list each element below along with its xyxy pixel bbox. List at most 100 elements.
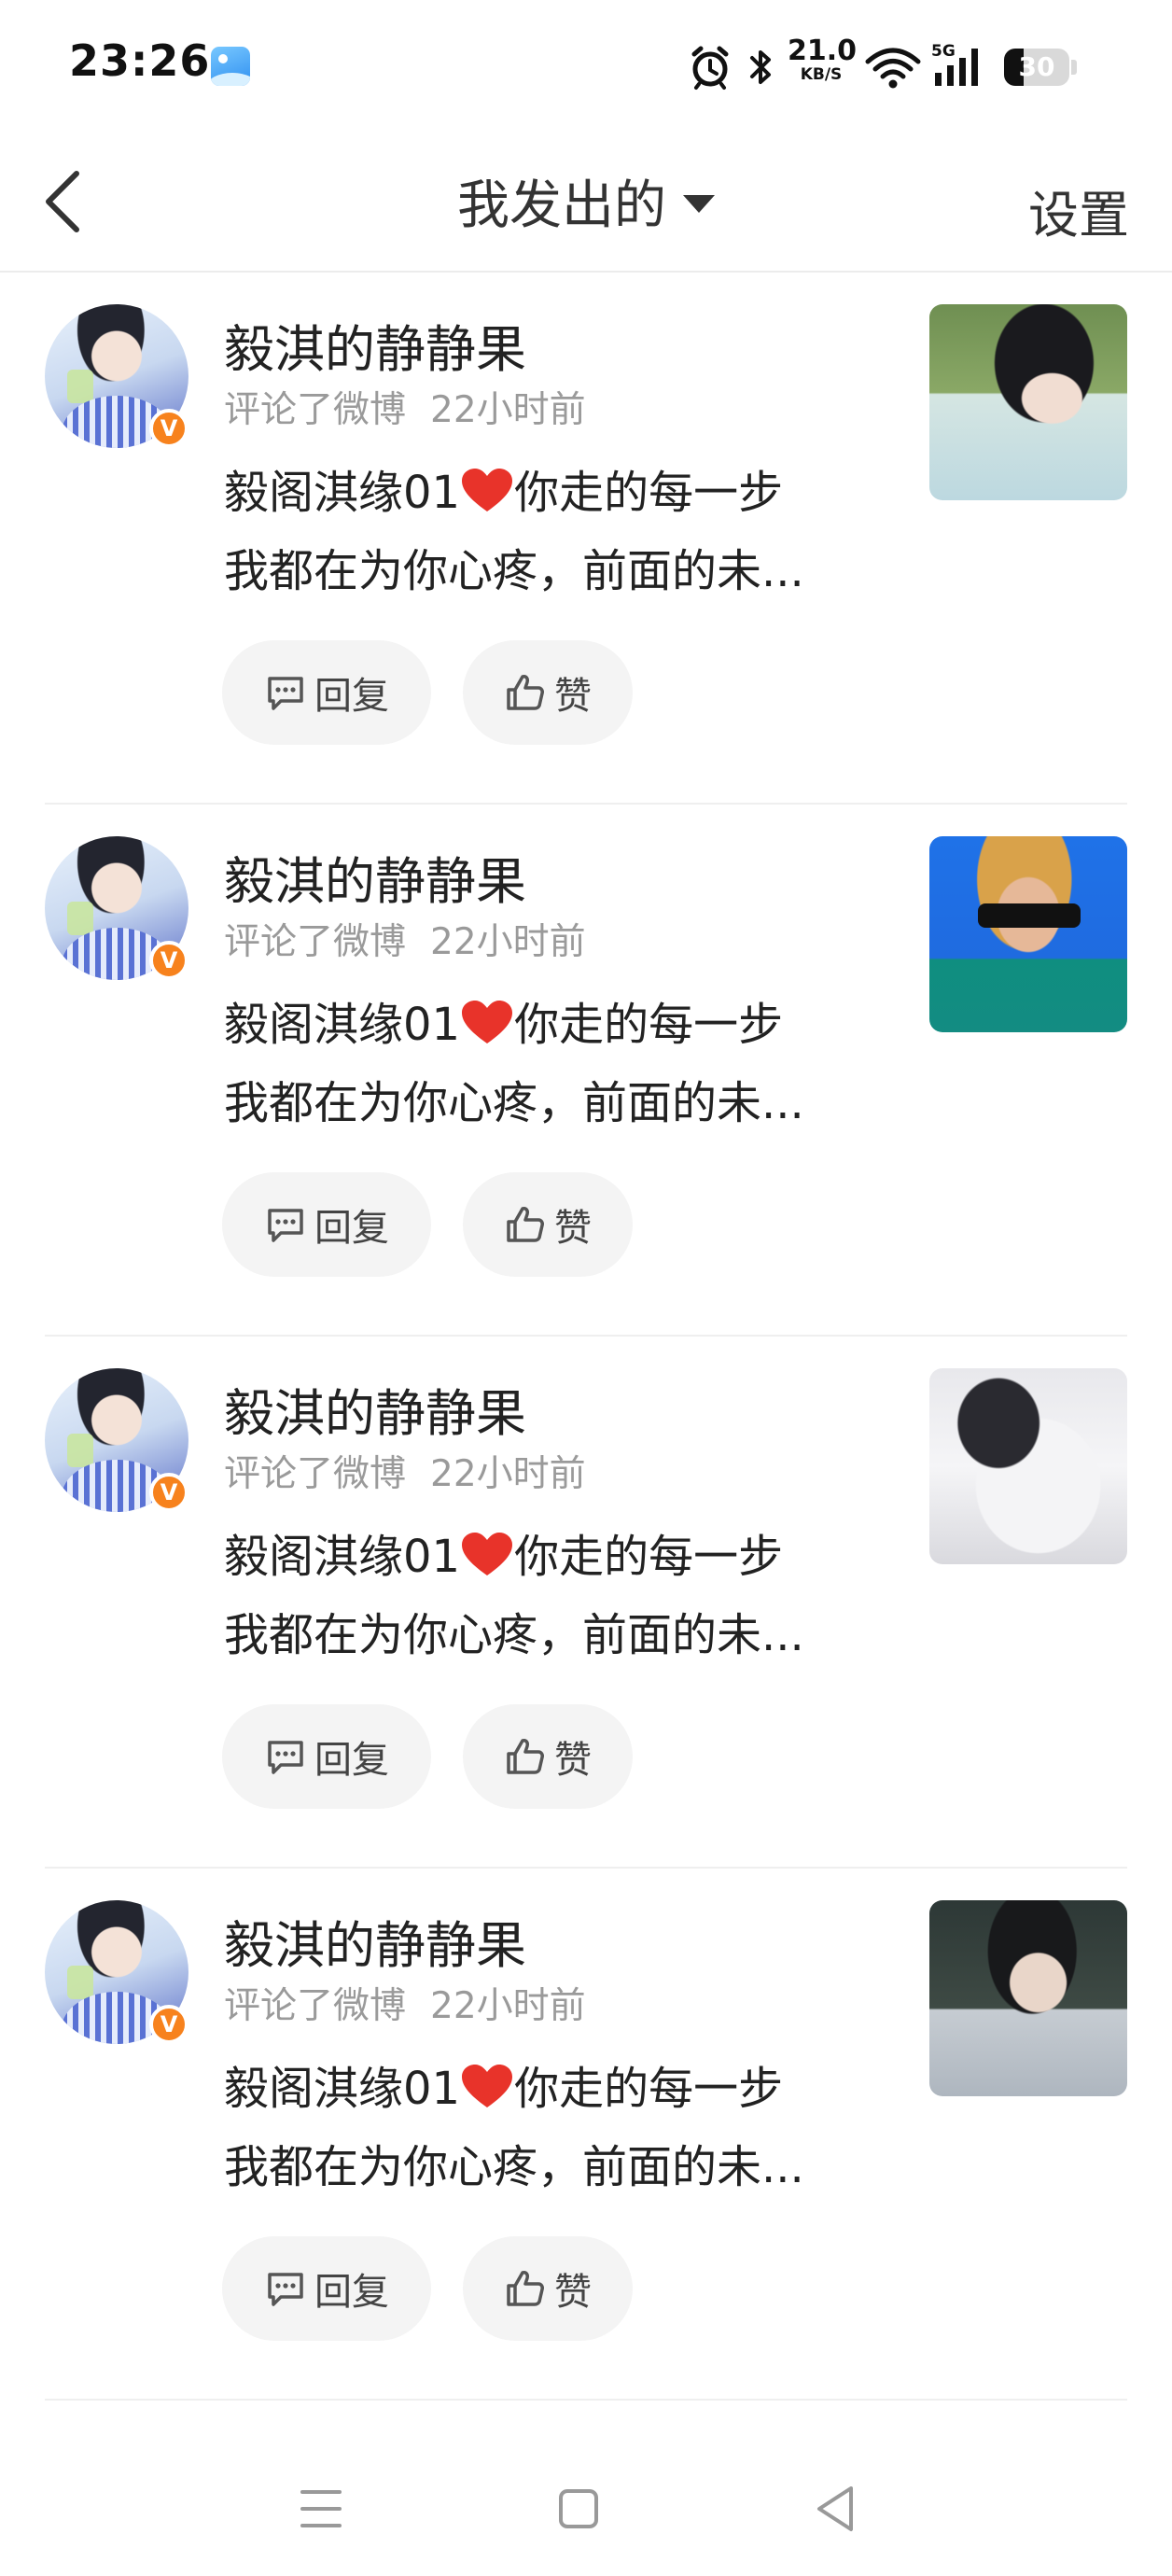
reply-label: 回复: [314, 1207, 389, 1250]
screen: 23:26 21.0 KB/S 5G 30 我发出的 设置 V 毅淇的静静果 评…: [0, 0, 1172, 2576]
feed-item[interactable]: V 毅淇的静静果 评论了微博 22小时前 毅阁淇缘01 你走的每一步 我都在为你心疼…: [0, 805, 1172, 1337]
reply-label: 回复: [314, 675, 389, 718]
post-thumbnail[interactable]: [929, 1368, 1127, 1564]
username[interactable]: 毅淇的静静果: [224, 308, 526, 382]
avatar[interactable]: V: [45, 1900, 188, 2044]
comment-part: 毅阁淇缘01: [224, 999, 461, 1051]
item-meta: 评论了微博 22小时前: [224, 1445, 586, 1497]
comment-text[interactable]: 毅阁淇缘01 你走的每一步 我都在为你心疼，前面的未...: [224, 2050, 858, 2206]
vip-badge: V: [149, 409, 188, 448]
dropdown-caret-icon: [683, 194, 715, 213]
bluetooth-icon: [746, 37, 774, 97]
username[interactable]: 毅淇的静静果: [224, 840, 526, 914]
thumbs-up-icon: [507, 2271, 544, 2306]
system-navigation-bar: [0, 2445, 1172, 2576]
action-text: 评论了微博: [224, 1985, 407, 2027]
avatar[interactable]: V: [45, 304, 188, 448]
comment-line: 我都在为你心疼，前面的未...: [224, 545, 804, 597]
thumbs-up-icon: [507, 1739, 544, 1774]
system-back-icon[interactable]: [799, 2471, 873, 2546]
status-time: 23:26: [69, 35, 211, 86]
reply-button[interactable]: 回复: [222, 1704, 431, 1809]
thumbs-up-icon: [507, 1207, 544, 1242]
settings-link[interactable]: 设置: [1028, 174, 1129, 247]
reply-button[interactable]: 回复: [222, 640, 431, 745]
reply-label: 回复: [314, 2271, 389, 2314]
back-arrow-icon: [46, 171, 79, 232]
comment-text[interactable]: 毅阁淇缘01 你走的每一步 我都在为你心疼，前面的未...: [224, 454, 858, 610]
thumbs-up-icon: [507, 675, 544, 710]
action-text: 评论了微博: [224, 389, 407, 431]
item-meta: 评论了微博 22小时前: [224, 381, 586, 433]
reply-icon: [268, 1741, 303, 1774]
comment-line: 我都在为你心疼，前面的未...: [224, 2141, 804, 2193]
comment-line: 我都在为你心疼，前面的未...: [224, 1609, 804, 1661]
battery-level: 30: [1018, 51, 1055, 82]
reply-icon: [268, 1209, 303, 1242]
comment-part: 毅阁淇缘01: [224, 1531, 461, 1583]
heart-emoji-icon: [462, 2065, 513, 2107]
username[interactable]: 毅淇的静静果: [224, 1904, 526, 1978]
post-thumbnail[interactable]: [929, 836, 1127, 1032]
alarm-icon: [689, 37, 732, 97]
page-title: 我发出的: [457, 175, 666, 236]
reply-icon: [268, 2273, 303, 2306]
comment-part: 你走的每一步: [514, 1531, 784, 1583]
reply-icon: [268, 677, 303, 710]
battery-icon: 30: [1004, 37, 1079, 97]
like-button[interactable]: 赞: [463, 1172, 633, 1277]
timestamp: 22小时前: [430, 1453, 586, 1495]
back-button[interactable]: [37, 164, 97, 239]
reply-label: 回复: [314, 1739, 389, 1782]
signal-label: 5G: [931, 42, 956, 61]
comment-part: 你走的每一步: [514, 999, 784, 1051]
avatar[interactable]: V: [45, 836, 188, 980]
like-button[interactable]: 赞: [463, 1704, 633, 1809]
timestamp: 22小时前: [430, 1985, 586, 2027]
vip-badge: V: [149, 1473, 188, 1512]
post-thumbnail[interactable]: [929, 1900, 1127, 2096]
heart-emoji-icon: [462, 1001, 513, 1043]
like-button[interactable]: 赞: [463, 640, 633, 745]
wifi-icon: [864, 37, 922, 97]
timestamp: 22小时前: [430, 921, 586, 963]
top-navbar: 我发出的 设置: [0, 131, 1172, 273]
status-bar: 23:26 21.0 KB/S 5G 30: [0, 0, 1172, 131]
comment-part: 你走的每一步: [514, 467, 784, 519]
comment-part: 毅阁淇缘01: [224, 2063, 461, 2115]
action-text: 评论了微博: [224, 921, 407, 963]
gallery-icon: [211, 47, 250, 86]
comment-text[interactable]: 毅阁淇缘01 你走的每一步 我都在为你心疼，前面的未...: [224, 986, 858, 1142]
home-icon[interactable]: [541, 2471, 616, 2546]
network-speed: 21.0 KB/S: [788, 35, 858, 97]
post-thumbnail[interactable]: [929, 304, 1127, 500]
avatar[interactable]: V: [45, 1368, 188, 1512]
vip-badge: V: [149, 2005, 188, 2044]
feed-item[interactable]: V 毅淇的静静果 评论了微博 22小时前 毅阁淇缘01 你走的每一步 我都在为你心疼…: [0, 1869, 1172, 2401]
like-label: 赞: [554, 2271, 592, 2314]
network-speed-value: 21.0: [788, 35, 858, 67]
reply-button[interactable]: 回复: [222, 2236, 431, 2341]
cellular-signal-icon: 5G: [931, 37, 989, 97]
like-button[interactable]: 赞: [463, 2236, 633, 2341]
recent-apps-icon[interactable]: [284, 2471, 358, 2546]
comment-text[interactable]: 毅阁淇缘01 你走的每一步 我都在为你心疼，前面的未...: [224, 1518, 858, 1674]
username[interactable]: 毅淇的静静果: [224, 1372, 526, 1446]
comment-feed: V 毅淇的静静果 评论了微博 22小时前 毅阁淇缘01 你走的每一步 我都在为你心疼…: [0, 273, 1172, 2401]
feed-item[interactable]: V 毅淇的静静果 评论了微博 22小时前 毅阁淇缘01 你走的每一步 我都在为你心疼…: [0, 1337, 1172, 1869]
action-text: 评论了微博: [224, 1453, 407, 1495]
vip-badge: V: [149, 941, 188, 980]
like-label: 赞: [554, 1207, 592, 1250]
title-dropdown[interactable]: 我发出的: [457, 163, 715, 239]
heart-emoji-icon: [462, 1533, 513, 1575]
feed-item[interactable]: V 毅淇的静静果 评论了微博 22小时前 毅阁淇缘01 你走的每一步 我都在为你心疼…: [0, 273, 1172, 805]
item-meta: 评论了微博 22小时前: [224, 1977, 586, 2029]
heart-emoji-icon: [462, 469, 513, 511]
like-label: 赞: [554, 1739, 592, 1782]
network-speed-unit: KB/S: [800, 65, 843, 84]
timestamp: 22小时前: [430, 389, 586, 431]
reply-button[interactable]: 回复: [222, 1172, 431, 1277]
comment-part: 毅阁淇缘01: [224, 467, 461, 519]
like-label: 赞: [554, 675, 592, 718]
comment-line: 我都在为你心疼，前面的未...: [224, 1077, 804, 1129]
